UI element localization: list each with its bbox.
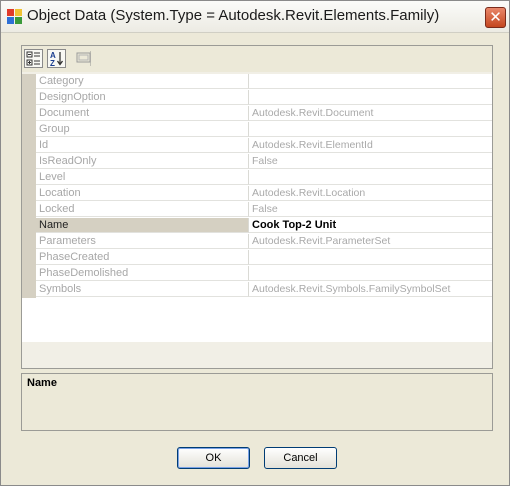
property-list: Category DesignOption Document Autodesk.… xyxy=(22,74,492,299)
property-row-selected[interactable]: Name Cook Top-2 Unit xyxy=(22,218,492,234)
property-row[interactable]: Document Autodesk.Revit.Document xyxy=(22,106,492,122)
help-pane: Name xyxy=(21,373,493,431)
property-value: False xyxy=(249,154,492,169)
property-value: Autodesk.Revit.Symbols.FamilySymbolSet xyxy=(249,282,492,297)
title-bar[interactable]: Object Data (System.Type = Autodesk.Revi… xyxy=(1,1,509,33)
property-value: Autodesk.Revit.ElementId xyxy=(249,138,492,153)
property-row[interactable]: Group xyxy=(22,122,492,138)
property-name: PhaseCreated xyxy=(36,250,249,265)
property-value: Autodesk.Revit.ParameterSet xyxy=(249,234,492,249)
property-value xyxy=(249,170,492,185)
property-name: Category xyxy=(36,74,249,89)
help-title: Name xyxy=(27,377,57,389)
property-row[interactable]: Location Autodesk.Revit.Location xyxy=(22,186,492,202)
property-name: Id xyxy=(36,138,249,153)
property-row[interactable]: Parameters Autodesk.Revit.ParameterSet xyxy=(22,234,492,250)
property-list-empty-area xyxy=(22,299,492,342)
ok-button[interactable]: OK xyxy=(177,447,250,469)
property-row[interactable]: Locked False xyxy=(22,202,492,218)
property-value: False xyxy=(249,202,492,217)
alphabetical-view-button[interactable]: A Z xyxy=(47,49,66,68)
property-row[interactable]: PhaseCreated xyxy=(22,250,492,266)
property-row[interactable]: Id Autodesk.Revit.ElementId xyxy=(22,138,492,154)
svg-text:Z: Z xyxy=(50,59,55,67)
property-grid-toolbar: A Z xyxy=(22,46,492,72)
property-value: Autodesk.Revit.Location xyxy=(249,186,492,201)
close-button[interactable]: ✕ xyxy=(485,7,506,28)
close-icon: ✕ xyxy=(489,9,502,26)
property-row[interactable]: Category xyxy=(22,74,492,90)
property-name: DesignOption xyxy=(36,90,249,105)
property-grid: A Z Category DesignOption Document Autod… xyxy=(21,45,493,369)
property-row[interactable]: IsReadOnly False xyxy=(22,154,492,170)
categorized-view-button[interactable] xyxy=(24,49,43,68)
property-value xyxy=(249,122,492,137)
property-row[interactable]: Symbols Autodesk.Revit.Symbols.FamilySym… xyxy=(22,282,492,298)
property-value xyxy=(249,266,492,281)
property-name: Location xyxy=(36,186,249,201)
cancel-button[interactable]: Cancel xyxy=(264,447,337,469)
property-row[interactable]: DesignOption xyxy=(22,90,492,106)
property-name: Document xyxy=(36,106,249,121)
property-value xyxy=(249,250,492,265)
property-name: Name xyxy=(36,218,249,233)
app-icon xyxy=(7,9,22,24)
property-name: Group xyxy=(36,122,249,137)
property-name: Symbols xyxy=(36,282,249,297)
property-pages-button[interactable] xyxy=(75,49,94,68)
categorized-icon xyxy=(26,51,40,66)
property-row[interactable]: PhaseDemolished xyxy=(22,266,492,282)
window-title: Object Data (System.Type = Autodesk.Revi… xyxy=(27,7,440,24)
property-name: Locked xyxy=(36,202,249,217)
sort-alphabetical-icon: A Z xyxy=(50,51,64,68)
property-name: Parameters xyxy=(36,234,249,249)
property-name: IsReadOnly xyxy=(36,154,249,169)
property-name: PhaseDemolished xyxy=(36,266,249,281)
object-data-dialog: Object Data (System.Type = Autodesk.Revi… xyxy=(0,0,510,486)
property-value: Autodesk.Revit.Document xyxy=(249,106,492,121)
property-name: Level xyxy=(36,170,249,185)
property-row[interactable]: Level xyxy=(22,170,492,186)
property-pages-icon xyxy=(76,52,91,63)
property-value-input[interactable]: Cook Top-2 Unit xyxy=(249,218,492,233)
property-value xyxy=(249,90,492,105)
property-value xyxy=(249,74,492,89)
